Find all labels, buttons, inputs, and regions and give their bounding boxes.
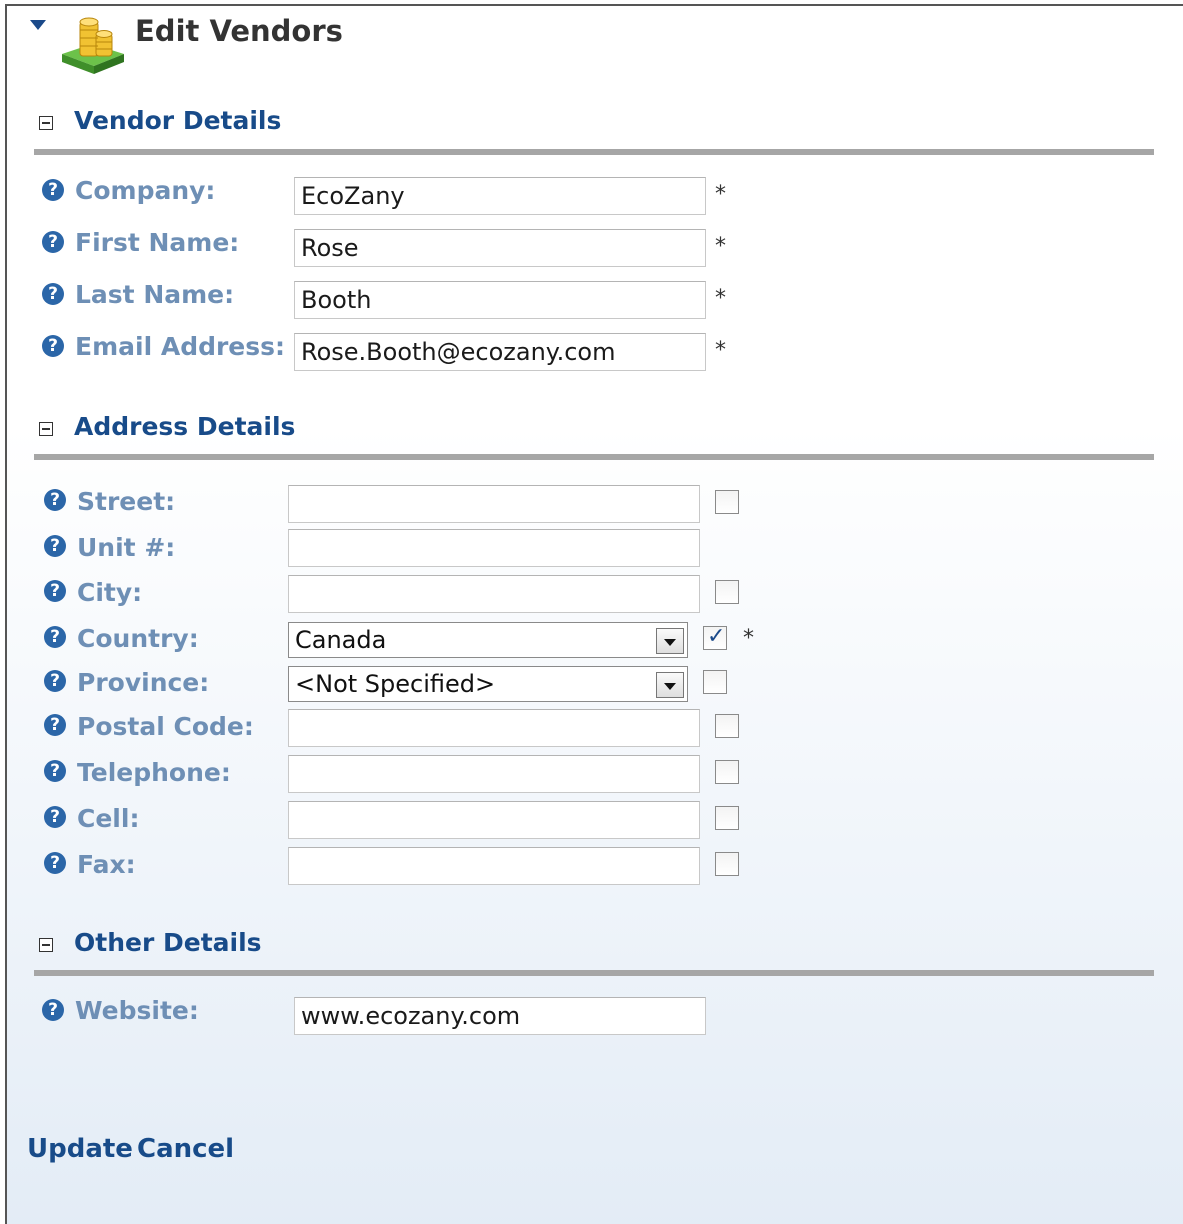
section-divider <box>34 454 1154 460</box>
fax-input[interactable] <box>288 847 700 885</box>
page-title: Edit Vendors <box>135 14 343 48</box>
company-input[interactable]: EcoZany <box>294 177 706 215</box>
section-heading-vendor: Vendor Details <box>74 106 282 135</box>
country-selected-value: Canada <box>295 626 387 654</box>
section-divider <box>34 149 1154 155</box>
collapse-section-other-icon[interactable] <box>39 938 53 952</box>
website-input[interactable]: www.ecozany.com <box>294 997 706 1035</box>
help-icon[interactable]: ? <box>44 626 66 648</box>
dropdown-arrow-icon[interactable] <box>656 628 684 654</box>
country-label: Country: <box>77 624 199 653</box>
help-icon[interactable]: ? <box>42 231 64 253</box>
coins-stack-icon <box>58 14 128 76</box>
help-icon[interactable]: ? <box>42 283 64 305</box>
postal-code-input[interactable] <box>288 709 700 747</box>
unit-label: Unit #: <box>77 533 176 562</box>
section-heading-other: Other Details <box>74 928 262 957</box>
company-label: Company: <box>75 176 216 205</box>
country-checkbox[interactable] <box>703 624 727 650</box>
first-name-input[interactable]: Rose <box>294 229 706 267</box>
postal-code-checkbox[interactable] <box>715 714 739 738</box>
help-icon[interactable]: ? <box>44 489 66 511</box>
telephone-label: Telephone: <box>77 758 231 787</box>
help-icon[interactable]: ? <box>44 670 66 692</box>
cancel-link[interactable]: Cancel <box>137 1134 234 1164</box>
province-selected-value: <Not Specified> <box>295 670 496 698</box>
collapse-panel-icon[interactable] <box>30 20 46 30</box>
required-marker: * <box>715 286 726 311</box>
telephone-input[interactable] <box>288 755 700 793</box>
cell-label: Cell: <box>77 804 140 833</box>
telephone-checkbox[interactable] <box>715 760 739 784</box>
city-checkbox[interactable] <box>715 580 739 604</box>
collapse-section-vendor-icon[interactable] <box>39 116 53 130</box>
required-marker: * <box>743 626 754 651</box>
cell-checkbox[interactable] <box>715 806 739 830</box>
fax-checkbox[interactable] <box>715 852 739 876</box>
help-icon[interactable]: ? <box>44 714 66 736</box>
website-label: Website: <box>75 996 199 1025</box>
street-checkbox[interactable] <box>715 490 739 514</box>
unit-input[interactable] <box>288 529 700 567</box>
help-icon[interactable]: ? <box>42 335 64 357</box>
street-input[interactable] <box>288 485 700 523</box>
street-label: Street: <box>77 487 176 516</box>
help-icon[interactable]: ? <box>44 535 66 557</box>
city-label: City: <box>77 578 143 607</box>
help-icon[interactable]: ? <box>44 852 66 874</box>
province-checkbox[interactable] <box>703 670 727 694</box>
help-icon[interactable]: ? <box>44 580 66 602</box>
province-select[interactable]: <Not Specified> <box>288 666 688 702</box>
province-label: Province: <box>77 668 210 697</box>
last-name-input[interactable]: Booth <box>294 281 706 319</box>
city-input[interactable] <box>288 575 700 613</box>
email-address-label: Email Address: <box>75 332 286 361</box>
first-name-label: First Name: <box>75 228 240 257</box>
section-divider <box>34 970 1154 976</box>
help-icon[interactable]: ? <box>44 760 66 782</box>
fax-label: Fax: <box>77 850 136 879</box>
help-icon[interactable]: ? <box>42 999 64 1021</box>
last-name-label: Last Name: <box>75 280 235 309</box>
collapse-section-address-icon[interactable] <box>39 422 53 436</box>
required-marker: * <box>715 234 726 259</box>
required-marker: * <box>715 338 726 363</box>
help-icon[interactable]: ? <box>44 806 66 828</box>
country-select[interactable]: Canada <box>288 622 688 658</box>
postal-code-label: Postal Code: <box>77 712 254 741</box>
update-link[interactable]: Update <box>27 1134 133 1164</box>
required-marker: * <box>715 182 726 207</box>
help-icon[interactable]: ? <box>42 179 64 201</box>
section-heading-address: Address Details <box>74 412 296 441</box>
dropdown-arrow-icon[interactable] <box>656 672 684 698</box>
email-address-input[interactable]: Rose.Booth@ecozany.com <box>294 333 706 371</box>
cell-input[interactable] <box>288 801 700 839</box>
